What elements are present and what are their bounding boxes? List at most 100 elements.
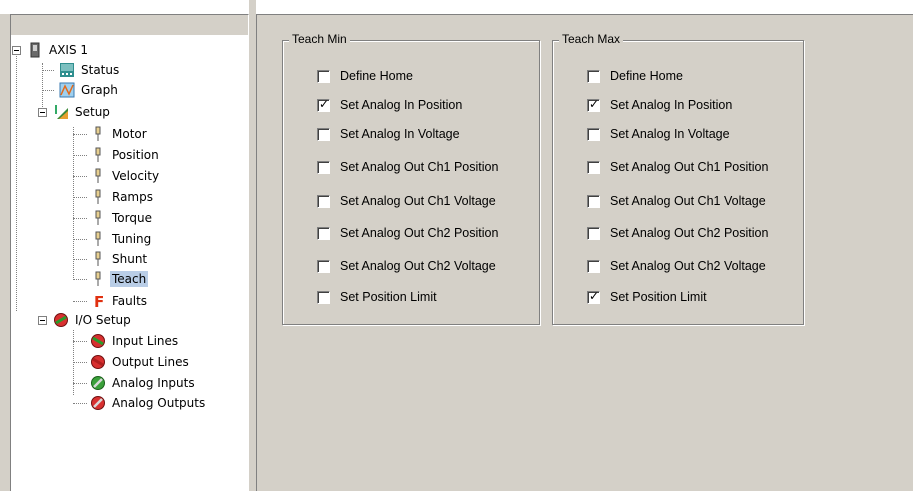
tree-node-axis-1[interactable]: AXIS 1 (27, 41, 90, 59)
teach-min-set-analog-out-ch2-position[interactable]: Set Analog Out Ch2 Position (317, 225, 498, 241)
tree-label: Setup (75, 105, 110, 119)
tree-line (73, 403, 87, 404)
tree-node-teach[interactable]: Teach (90, 270, 149, 288)
tree-line (73, 155, 87, 156)
checkbox[interactable] (587, 127, 600, 141)
checkbox[interactable] (317, 259, 330, 273)
teach-max-set-analog-out-ch2-voltage[interactable]: Set Analog Out Ch2 Voltage (587, 258, 766, 274)
checkbox[interactable] (317, 127, 330, 141)
checkbox[interactable] (317, 194, 330, 208)
collapse-setup-toggle[interactable] (38, 108, 47, 117)
option-label: Set Analog In Position (340, 98, 463, 112)
checkbox[interactable] (317, 290, 330, 304)
teach-max-set-analog-in-voltage[interactable]: Set Analog In Voltage (587, 126, 730, 142)
teach-max-set-analog-out-ch1-voltage[interactable]: Set Analog Out Ch1 Voltage (587, 193, 766, 209)
checkbox[interactable] (317, 69, 330, 83)
option-label: Define Home (610, 69, 683, 83)
tree-line (73, 218, 87, 219)
tree-line (16, 51, 17, 311)
checkbox[interactable] (587, 289, 600, 304)
checkbox[interactable] (317, 160, 330, 174)
tree-line (73, 134, 87, 135)
tree-node-output-lines[interactable]: Output Lines (90, 353, 191, 371)
option-label: Set Analog Out Ch1 Position (340, 160, 499, 174)
top-strip (0, 0, 913, 14)
tree-node-velocity[interactable]: Velocity (90, 167, 161, 185)
teach-max-set-analog-in-position[interactable]: Set Analog In Position (587, 97, 732, 113)
tree-label: Velocity (112, 169, 160, 183)
tree-node-torque[interactable]: Torque (90, 209, 154, 227)
tree-node-shunt[interactable]: Shunt (90, 250, 149, 268)
collapse-io-setup-toggle[interactable] (38, 316, 47, 325)
tree-label: Status (81, 63, 120, 77)
option-label: Set Analog In Voltage (610, 127, 730, 141)
setup-icon (53, 104, 69, 120)
graph-icon (59, 82, 75, 98)
status-icon (59, 62, 75, 78)
option-label: Define Home (340, 69, 413, 83)
checkbox[interactable] (317, 97, 330, 112)
tree-label: Graph (81, 83, 118, 97)
teach-max-set-analog-out-ch1-position[interactable]: Set Analog Out Ch1 Position (587, 159, 768, 175)
teach-max-define-home[interactable]: Define Home (587, 68, 683, 84)
tree-node-analog-outputs[interactable]: Analog Outputs (90, 394, 207, 412)
drive-icon (27, 42, 43, 58)
tree-line (73, 279, 87, 280)
tree-node-status[interactable]: Status (59, 61, 121, 79)
tree-node-position[interactable]: Position (90, 146, 161, 164)
tree-node-input-lines[interactable]: Input Lines (90, 332, 180, 350)
teach-min-set-analog-out-ch2-voltage[interactable]: Set Analog Out Ch2 Voltage (317, 258, 496, 274)
tree-node-analog-inputs[interactable]: Analog Inputs (90, 374, 197, 392)
tree-node-tuning[interactable]: Tuning (90, 230, 153, 248)
tree-line (73, 341, 87, 342)
teach-max-set-analog-out-ch2-position[interactable]: Set Analog Out Ch2 Position (587, 225, 768, 241)
pin-icon (90, 231, 106, 247)
teach-min-define-home[interactable]: Define Home (317, 68, 413, 84)
output-lines-icon (90, 354, 106, 370)
tree-label: Teach (110, 271, 149, 287)
checkbox[interactable] (587, 194, 600, 208)
tree-label: Ramps (112, 190, 153, 204)
collapse-axis-toggle[interactable] (12, 46, 21, 55)
input-lines-icon (90, 333, 106, 349)
teach-min-set-analog-out-ch1-voltage[interactable]: Set Analog Out Ch1 Voltage (317, 193, 496, 209)
teach-settings-panel: Teach Min Define Home Set Analog In Posi… (256, 14, 913, 491)
checkbox[interactable] (587, 259, 600, 273)
checkbox[interactable] (587, 69, 600, 83)
tree-node-io-setup[interactable]: I/O Setup (53, 311, 133, 329)
teach-max-set-position-limit[interactable]: Set Position Limit (587, 289, 707, 305)
teach-min-set-analog-in-position[interactable]: Set Analog In Position (317, 97, 462, 113)
option-label: Set Analog Out Ch2 Voltage (610, 259, 766, 273)
option-label: Set Position Limit (340, 290, 437, 304)
faults-icon: F (90, 293, 106, 311)
checkbox[interactable] (587, 160, 600, 174)
tree-line (42, 70, 54, 71)
option-label: Set Analog In Voltage (340, 127, 460, 141)
tree-label: I/O Setup (75, 313, 131, 327)
tree-line (73, 127, 74, 280)
tree-node-ramps[interactable]: Ramps (90, 188, 155, 206)
tree-line (73, 176, 87, 177)
checkbox[interactable] (587, 226, 600, 240)
checkbox[interactable] (317, 226, 330, 240)
splitter[interactable] (249, 0, 256, 491)
option-label: Set Analog Out Ch1 Position (610, 160, 769, 174)
option-label: Set Position Limit (610, 290, 707, 304)
tree-node-motor[interactable]: Motor (90, 125, 149, 143)
tree-label: Analog Inputs (112, 376, 195, 390)
teach-min-set-analog-out-ch1-position[interactable]: Set Analog Out Ch1 Position (317, 159, 498, 175)
pin-icon (90, 147, 106, 163)
tree-node-graph[interactable]: Graph (59, 81, 120, 99)
option-label: Set Analog Out Ch1 Voltage (340, 194, 496, 208)
io-icon (53, 312, 69, 328)
tree-line (73, 383, 87, 384)
tree-label: Motor (112, 127, 147, 141)
analog-inputs-icon (90, 375, 106, 391)
tree-node-setup[interactable]: Setup (53, 103, 112, 121)
tree-node-faults[interactable]: F Faults (90, 292, 149, 311)
checkbox[interactable] (587, 97, 600, 112)
teach-min-set-analog-in-voltage[interactable]: Set Analog In Voltage (317, 126, 460, 142)
tree-line (73, 239, 87, 240)
navigation-tree[interactable]: AXIS 1 Status Graph Setup Motor Position… (10, 14, 249, 491)
teach-min-set-position-limit[interactable]: Set Position Limit (317, 289, 437, 305)
